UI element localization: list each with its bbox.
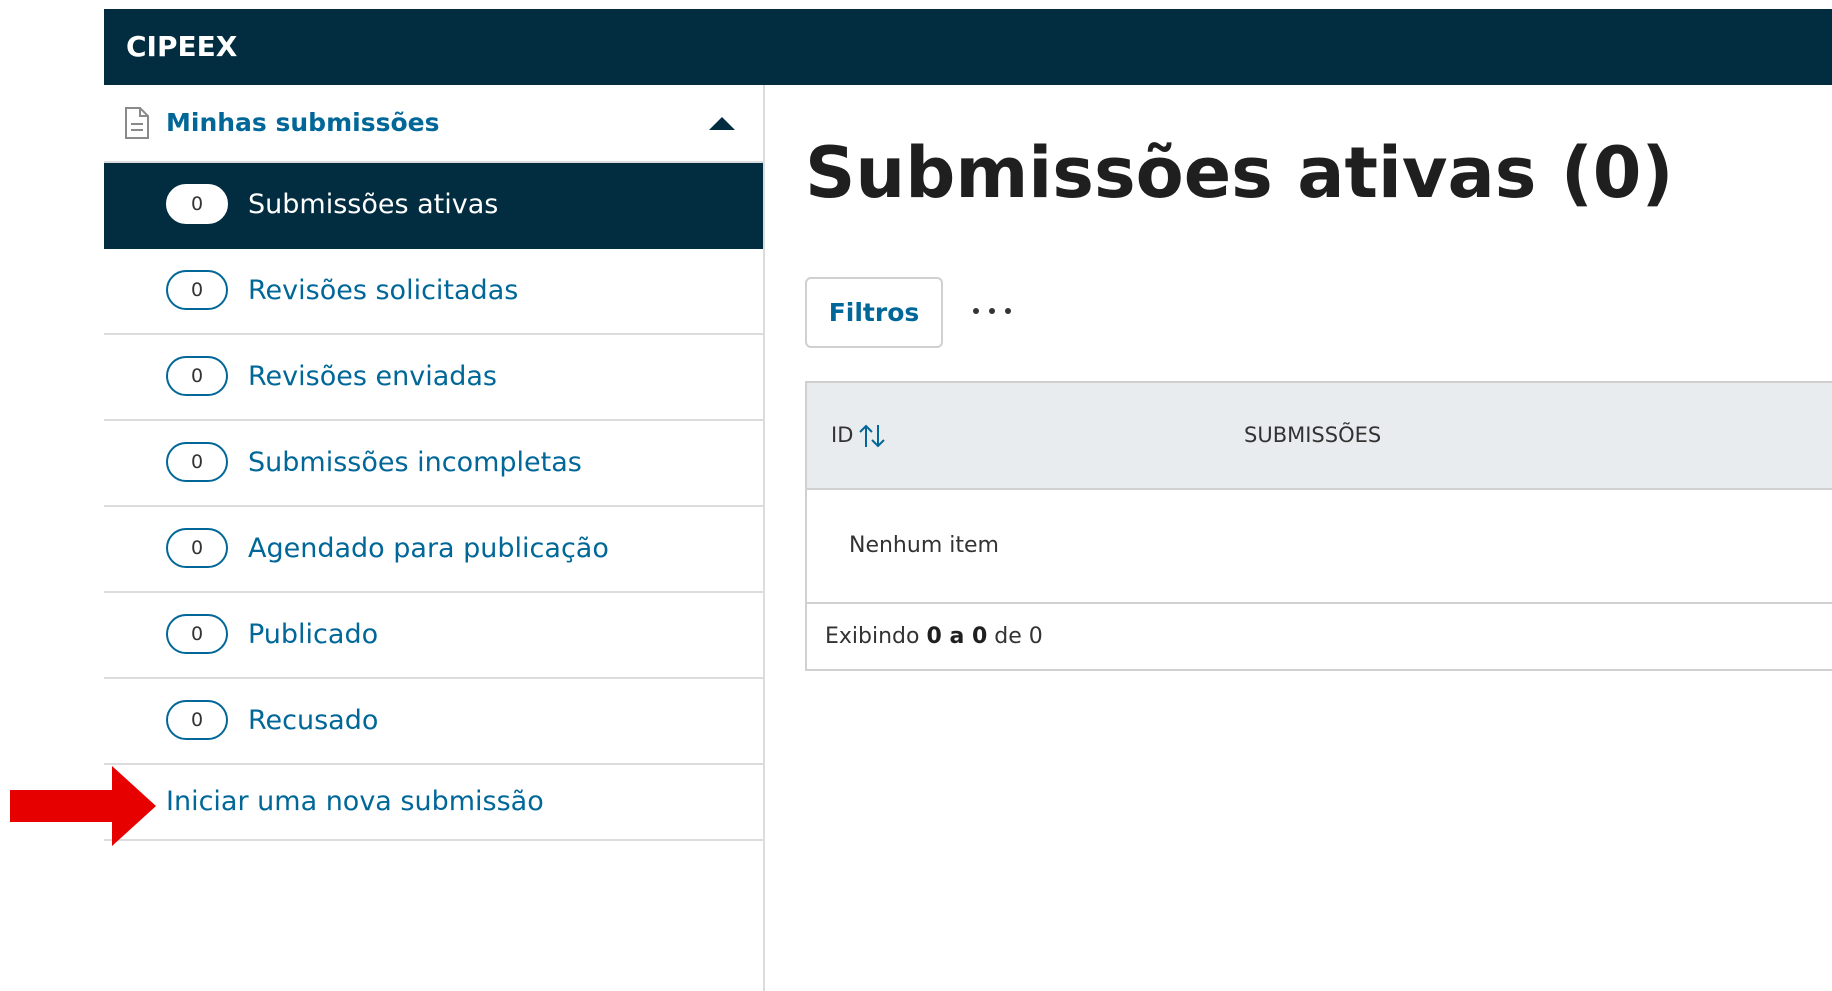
count-badge: 0 xyxy=(166,270,228,310)
count-badge: 0 xyxy=(166,442,228,482)
table-empty-row: Nenhum item xyxy=(807,490,1832,604)
column-header-id-label: ID xyxy=(831,423,854,447)
sidebar-item-recusado[interactable]: 0 Recusado xyxy=(104,679,763,765)
sidebar-item-label: Revisões solicitadas xyxy=(248,275,519,306)
sidebar-item-label: Revisões enviadas xyxy=(248,361,497,392)
sidebar-item-label: Submissões ativas xyxy=(248,189,499,220)
new-submission-link[interactable]: Iniciar uma nova submissão xyxy=(166,765,544,839)
sidebar-section-title: Minhas submissões xyxy=(166,108,440,137)
sidebar-item-label: Agendado para publicação xyxy=(248,533,609,564)
page-title: Submissões ativas (0) xyxy=(805,132,1674,214)
right-arrow-icon xyxy=(10,766,156,846)
pagination-total: 0 xyxy=(1028,624,1043,649)
sidebar-item-submissoes-incompletas[interactable]: 0 Submissões incompletas xyxy=(104,421,763,507)
top-header-bar: CIPEEX xyxy=(104,9,1832,85)
sidebar-item-publicado[interactable]: 0 Publicado xyxy=(104,593,763,679)
count-badge: 0 xyxy=(166,614,228,654)
sidebar-item-label: Recusado xyxy=(248,705,379,736)
pagination-summary: Exibindo 0 a 0 de 0 xyxy=(825,604,1043,669)
sidebar-item-label: Submissões incompletas xyxy=(248,447,582,478)
column-header-id[interactable]: ID xyxy=(831,383,887,488)
empty-state-text: Nenhum item xyxy=(849,533,999,558)
count-badge: 0 xyxy=(166,356,228,396)
table-footer: Exibindo 0 a 0 de 0 xyxy=(807,604,1832,671)
count-badge: 0 xyxy=(166,528,228,568)
new-submission-row: Iniciar uma nova submissão xyxy=(104,765,763,841)
sidebar-item-agendado-para-publicacao[interactable]: 0 Agendado para publicação xyxy=(104,507,763,593)
sidebar-item-submissoes-ativas[interactable]: 0 Submissões ativas xyxy=(104,163,763,249)
ellipsis-icon[interactable] xyxy=(970,296,1014,326)
submissions-table: ID SUBMISSÕES Nenhum item Exibindo 0 a 0… xyxy=(805,381,1832,671)
sort-arrows-icon[interactable] xyxy=(857,423,887,449)
sidebar-item-revisoes-enviadas[interactable]: 0 Revisões enviadas xyxy=(104,335,763,421)
table-header: ID SUBMISSÕES xyxy=(807,383,1832,490)
sidebar-item-label: Publicado xyxy=(248,619,379,650)
count-badge: 0 xyxy=(166,700,228,740)
sidebar-item-revisoes-solicitadas[interactable]: 0 Revisões solicitadas xyxy=(104,249,763,335)
pagination-range: 0 a 0 xyxy=(926,624,988,649)
column-header-submissions: SUBMISSÕES xyxy=(1244,423,1382,447)
site-brand[interactable]: CIPEEX xyxy=(126,9,237,85)
sidebar-section-header[interactable]: Minhas submissões xyxy=(104,85,763,163)
caret-up-icon[interactable] xyxy=(709,115,735,131)
filters-button[interactable]: Filtros xyxy=(805,277,943,348)
document-icon xyxy=(125,107,149,139)
pagination-prefix: Exibindo xyxy=(825,624,920,649)
sidebar: Minhas submissões 0 Submissões ativas 0 … xyxy=(104,85,765,991)
count-badge: 0 xyxy=(166,184,228,224)
pagination-of: de xyxy=(994,624,1022,649)
